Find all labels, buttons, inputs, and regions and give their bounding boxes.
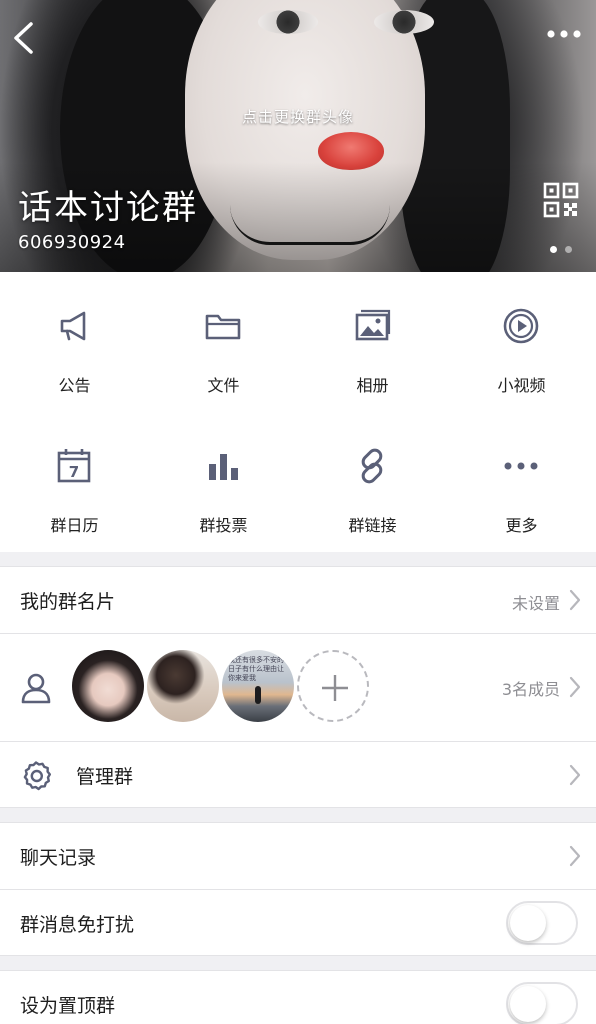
chevron-right-icon xyxy=(569,845,581,867)
qr-code-icon xyxy=(543,182,579,218)
manage-group-row[interactable]: 管理群 xyxy=(0,742,596,808)
feature-calendar[interactable]: 7 群日历 xyxy=(0,412,149,552)
photo-album-icon xyxy=(355,309,391,341)
chevron-right-icon xyxy=(569,589,581,611)
feature-vote[interactable]: 群投票 xyxy=(149,412,298,552)
mute-notifications-row: 群消息免打扰 xyxy=(0,890,596,956)
member-avatar-3[interactable]: 我还有很多不安的日子有什么理由让你来爱我 xyxy=(222,650,294,722)
cover-photo-eye xyxy=(374,10,434,34)
feature-short-video[interactable]: 小视频 xyxy=(447,272,596,412)
toggle-knob xyxy=(510,986,546,1022)
cover-pager-dots xyxy=(550,246,572,253)
member-avatar-3-text: 我还有很多不安的日子有什么理由让你来爱我 xyxy=(228,656,284,682)
chat-history-title: 聊天记录 xyxy=(20,847,97,869)
cover-photo-eye xyxy=(258,10,318,34)
member-avatar-3-figure xyxy=(255,686,261,704)
bar-chart-icon xyxy=(209,454,238,480)
feature-label: 文件 xyxy=(207,376,240,395)
my-group-card-title: 我的群名片 xyxy=(20,591,116,613)
feature-label: 相册 xyxy=(356,376,389,395)
video-play-icon xyxy=(503,308,539,344)
pin-section: 设为置顶群 xyxy=(0,970,596,1024)
feature-label: 公告 xyxy=(58,376,91,395)
more-icon xyxy=(504,462,538,470)
pin-group-row: 设为置顶群 xyxy=(0,971,596,1024)
calendar-icon: 7 xyxy=(57,449,91,483)
link-icon xyxy=(361,448,383,484)
feature-label: 群链接 xyxy=(348,516,397,535)
my-group-card-row[interactable]: 我的群名片 未设置 xyxy=(0,567,596,633)
chevron-right-icon xyxy=(569,676,581,698)
feature-link[interactable]: 群链接 xyxy=(298,412,447,552)
add-member-button[interactable] xyxy=(297,650,369,722)
feature-more[interactable]: 更多 xyxy=(447,412,596,552)
group-feature-grid: 公告 文件 相册 小视频 7 群日历 群投票 群链接 更多 xyxy=(0,272,596,552)
group-id: 606930924 xyxy=(18,232,126,253)
chevron-right-icon xyxy=(569,764,581,786)
member-avatar-2[interactable] xyxy=(147,650,219,722)
my-group-card-value: 未设置 xyxy=(511,594,560,613)
feature-label: 小视频 xyxy=(497,376,546,395)
pin-group-title: 设为置顶群 xyxy=(20,995,116,1017)
feature-album[interactable]: 相册 xyxy=(298,272,447,412)
chevron-left-icon xyxy=(14,22,33,54)
feature-label: 更多 xyxy=(505,516,538,535)
toggle-knob xyxy=(510,905,546,941)
group-info-section: 我的群名片 未设置 我还有很多不安的日子有什么理由让你来爱我 3名成员 管理群 xyxy=(0,566,596,808)
more-options-button[interactable] xyxy=(544,24,584,44)
feature-announcement[interactable]: 公告 xyxy=(0,272,149,412)
group-name: 话本讨论群 xyxy=(18,188,198,228)
qr-code-button[interactable] xyxy=(543,182,579,218)
pager-dot xyxy=(565,246,572,253)
folder-icon xyxy=(205,314,241,340)
feature-files[interactable]: 文件 xyxy=(149,272,298,412)
chat-settings-section: 聊天记录 群消息免打扰 xyxy=(0,822,596,956)
member-avatar-1[interactable] xyxy=(72,650,144,722)
calendar-day: 7 xyxy=(69,463,79,481)
plus-icon xyxy=(322,675,348,701)
pin-group-toggle[interactable] xyxy=(506,982,578,1024)
feature-label: 群投票 xyxy=(199,516,248,535)
mute-notifications-toggle[interactable] xyxy=(506,901,578,945)
members-icon xyxy=(21,673,51,704)
megaphone-icon xyxy=(60,311,86,341)
pager-dot-active xyxy=(550,246,557,253)
group-cover-header[interactable]: 点击更换群头像 话本讨论群 606930924 xyxy=(0,0,596,272)
group-members-row[interactable]: 我还有很多不安的日子有什么理由让你来爱我 3名成员 xyxy=(0,634,596,741)
feature-label: 群日历 xyxy=(50,516,99,535)
mute-notifications-title: 群消息免打扰 xyxy=(20,914,135,936)
gear-icon xyxy=(23,761,51,791)
chat-history-row[interactable]: 聊天记录 xyxy=(0,823,596,889)
back-button[interactable] xyxy=(10,20,40,56)
more-dots-icon xyxy=(547,30,581,38)
change-avatar-hint[interactable]: 点击更换群头像 xyxy=(0,106,596,127)
member-count: 3名成员 xyxy=(501,680,560,699)
manage-group-title: 管理群 xyxy=(76,766,134,788)
